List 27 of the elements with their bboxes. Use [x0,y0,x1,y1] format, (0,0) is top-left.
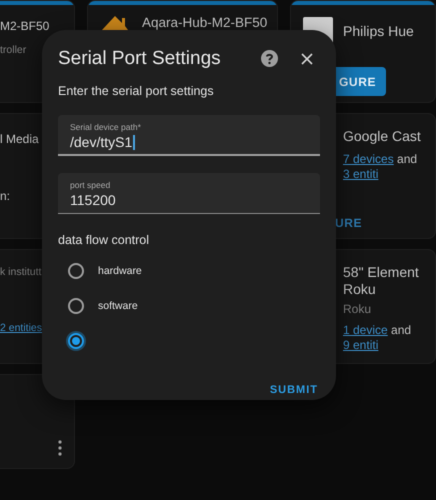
summary-link[interactable]: 7 devices [343,152,394,166]
summary-link[interactable]: 9 entiti [343,338,378,352]
text-field[interactable]: port speed 115200 [58,173,320,214]
card-subtitle: troller [0,44,28,56]
dialog-title: Serial Port Settings [58,48,222,70]
summary-link[interactable]: 1 device [343,323,388,337]
entity-summary: 1 device and 9 entiti [343,323,412,353]
card-title: 58" Element Roku [343,264,420,298]
card-text: n: [0,189,12,203]
summary-link[interactable]: 3 entiti [343,167,378,181]
entity-summary: 7 devices and 3 entiti [343,152,418,182]
radio-label: hardware [98,264,142,276]
configure-button[interactable]: GURE [335,67,386,96]
group-label: data flow control [58,233,150,247]
card-subtitle: Roku [343,302,372,316]
card-title: Philips Hue [343,22,414,40]
text-field[interactable]: Serial device path* /dev/ttyS1 [58,115,320,156]
submit-button[interactable]: SUBMIT [268,380,320,400]
card-title: Google Cast [343,128,421,145]
summary-link[interactable]: 2 entities [0,322,42,334]
card-subtitle: k institutt [0,266,42,278]
dialog-subtitle: Enter the serial port settings [58,84,215,98]
radio-label: software [98,300,138,312]
card-title: l Media [0,131,39,148]
card-title: Aqara-Hub-M2-BF50 [142,14,268,32]
configure-button[interactable]: URE [335,216,362,230]
card-title: M2-BF50 [0,18,50,35]
